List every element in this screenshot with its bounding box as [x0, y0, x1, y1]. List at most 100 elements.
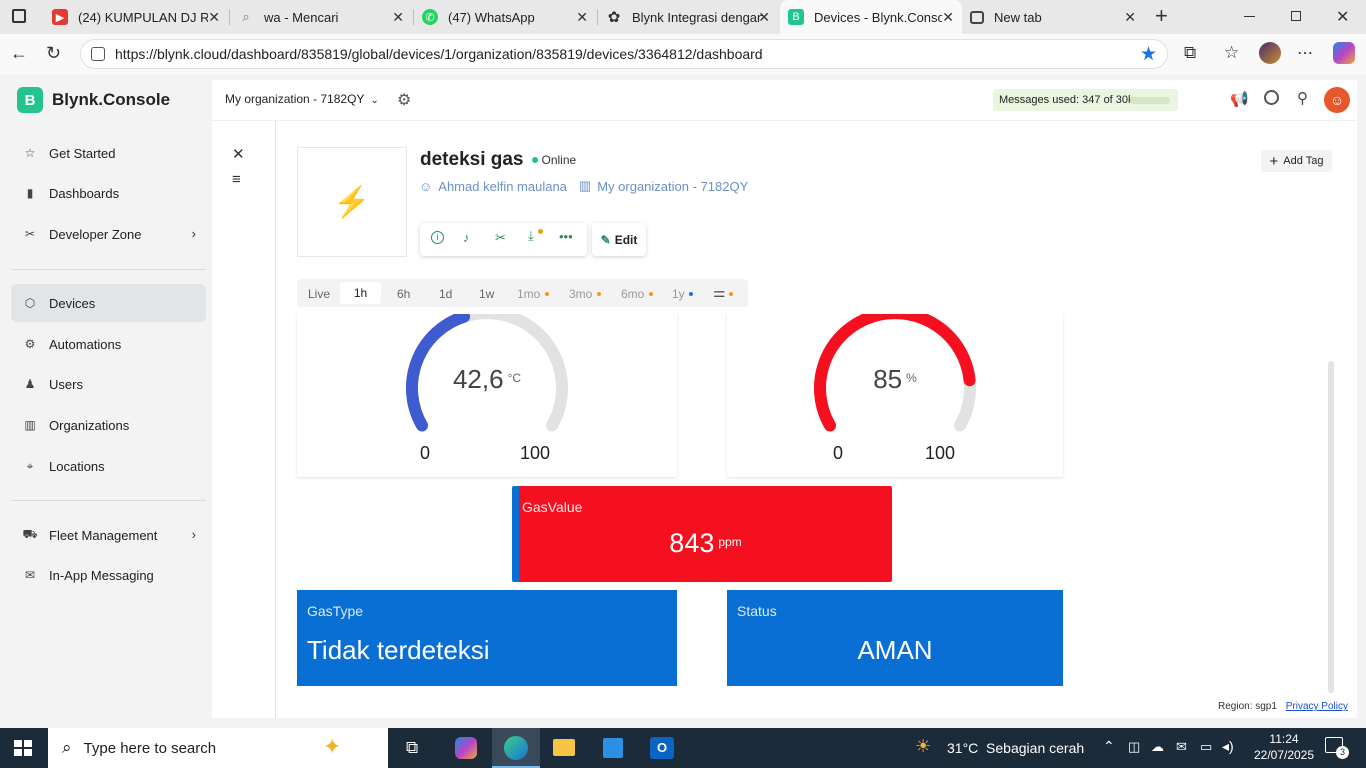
time-range-1w[interactable]: 1w: [479, 287, 494, 301]
extensions-icon[interactable]: ⧉: [1184, 43, 1196, 63]
sidebar-item-devices[interactable]: ⬡ Devices: [11, 284, 206, 322]
time-range-1mo[interactable]: 1mo: [517, 287, 540, 301]
privacy-policy-link[interactable]: Privacy Policy: [1286, 701, 1348, 712]
sidebar-item-fleet-management[interactable]: ⛟ Fleet Management ›: [11, 516, 206, 554]
restore-icon[interactable]: [1291, 11, 1301, 21]
device-org-link[interactable]: My organization - 7182QY: [597, 179, 748, 194]
sidebar-item-users[interactable]: ♟ Users: [11, 365, 206, 403]
time-range-6mo[interactable]: 6mo: [621, 287, 644, 301]
sidebar-item-dashboards[interactable]: ▮ Dashboards: [11, 174, 206, 212]
notification-bell-icon[interactable]: ♪: [463, 230, 470, 245]
close-window-icon[interactable]: ✕: [1336, 7, 1349, 27]
tab-blynk-devices[interactable]: B Devices - Blynk.Console ✕: [780, 0, 962, 34]
user-avatar[interactable]: ☺: [1324, 87, 1350, 113]
tab-youtube[interactable]: ▶ (24) KUMPULAN DJ REMIX ✕: [44, 0, 228, 34]
more-menu-icon[interactable]: ⋯: [1297, 43, 1313, 63]
minimize-icon[interactable]: [1244, 16, 1255, 17]
menu-icon[interactable]: ≡: [232, 171, 241, 188]
close-icon[interactable]: ✕: [1124, 9, 1136, 26]
more-icon[interactable]: •••: [559, 229, 573, 244]
close-icon[interactable]: ✕: [576, 9, 588, 26]
organization-selector[interactable]: My organization - 7182QY ⌄: [225, 92, 379, 106]
close-icon[interactable]: ✕: [232, 145, 245, 163]
sidebar-item-label: Organizations: [49, 417, 130, 433]
automation-icon: ⚙: [24, 337, 36, 351]
sidebar-item-in-app-messaging[interactable]: ✉ In-App Messaging: [11, 556, 206, 594]
time-range-6h[interactable]: 6h: [397, 287, 410, 301]
copilot-app-icon[interactable]: [455, 737, 477, 759]
status-title: Status: [737, 603, 777, 619]
volume-icon[interactable]: ◂): [1222, 738, 1234, 755]
time-range-1d[interactable]: 1d: [439, 287, 452, 301]
task-view-icon[interactable]: ⧉: [406, 738, 418, 758]
download-icon[interactable]: ⤓: [528, 228, 534, 244]
tab-search[interactable]: ⌕ wa - Mencari ✕: [230, 0, 412, 34]
language-icon[interactable]: ✉: [1176, 739, 1187, 755]
help-icon[interactable]: [1264, 90, 1279, 105]
sidebar-item-get-started[interactable]: ☆ Get Started: [11, 134, 206, 172]
humidity-max: 100: [925, 443, 956, 463]
favorites-icon[interactable]: ☆: [1224, 43, 1239, 63]
network-alert-icon[interactable]: ☁: [1151, 739, 1164, 755]
favorite-star-icon[interactable]: ★: [1140, 43, 1157, 66]
close-icon[interactable]: ✕: [392, 9, 404, 26]
scrollbar[interactable]: [1328, 361, 1334, 693]
copilot-icon[interactable]: [1333, 42, 1355, 64]
sidebar-divider: [11, 269, 206, 270]
sidebar-item-locations[interactable]: ⌖ Locations: [11, 447, 206, 485]
device-meta: ☺ Ahmad kelfin maulana ▥ My organization…: [419, 178, 748, 194]
truck-icon: ⛟: [22, 527, 38, 541]
org-settings-icon[interactable]: ⚙: [397, 90, 411, 110]
close-icon[interactable]: ✕: [758, 9, 770, 26]
tab-actions-icon[interactable]: [12, 9, 26, 23]
tab-chatgpt[interactable]: ✿ Blynk Integrasi dengan ✕: [598, 0, 778, 34]
megaphone-icon[interactable]: 📢: [1230, 90, 1249, 108]
sidebar-item-label: Users: [49, 376, 83, 392]
start-button[interactable]: [14, 740, 32, 756]
close-icon[interactable]: ✕: [208, 9, 220, 26]
outlook-icon[interactable]: O: [650, 737, 674, 759]
sidebar-item-developer-zone[interactable]: ✂ Developer Zone ›: [11, 215, 206, 253]
time-range-1h[interactable]: 1h: [340, 282, 381, 304]
tab-whatsapp[interactable]: ✆ (47) WhatsApp ✕: [414, 0, 596, 34]
tab-new-tab[interactable]: New tab ✕: [962, 0, 1144, 34]
meet-icon[interactable]: ◫: [1128, 739, 1140, 755]
sidebar-item-automations[interactable]: ⚙ Automations: [11, 325, 206, 363]
new-tab-button[interactable]: +: [1155, 3, 1168, 29]
region-label: Region: sgp1: [1218, 701, 1277, 712]
site-info-icon[interactable]: [91, 47, 105, 61]
store-icon[interactable]: [603, 738, 623, 758]
time-range-live[interactable]: Live: [308, 287, 330, 301]
premium-dot-icon: [649, 292, 653, 296]
close-icon[interactable]: ✕: [942, 9, 954, 26]
time-range-3mo[interactable]: 3mo: [569, 287, 592, 301]
profile-avatar[interactable]: [1259, 42, 1281, 64]
brand[interactable]: B Blynk.Console: [17, 87, 170, 113]
wifi-icon[interactable]: ▭: [1200, 739, 1212, 755]
youtube-icon: ▶: [52, 9, 68, 25]
bug-icon[interactable]: ⚲: [1297, 89, 1308, 107]
sidebar-item-organizations[interactable]: ▥ Organizations: [11, 406, 206, 444]
tools-icon[interactable]: ✂: [495, 230, 506, 246]
taskbar-search[interactable]: ⌕ Type here to search ✦: [48, 728, 388, 768]
info-icon[interactable]: i: [431, 231, 444, 244]
tab-title: New tab: [994, 9, 1042, 25]
back-icon[interactable]: ←: [10, 43, 28, 64]
add-tag-button[interactable]: + Add Tag: [1261, 150, 1332, 172]
edit-button[interactable]: ✎ Edit: [592, 223, 646, 256]
custom-range-icon[interactable]: ⚌: [713, 284, 726, 301]
tray-chevron-up-icon[interactable]: ⌃: [1103, 738, 1115, 755]
address-bar[interactable]: https://blynk.cloud/dashboard/835819/glo…: [80, 39, 1168, 69]
blynk-logo-icon: B: [17, 87, 43, 113]
device-owner-link[interactable]: Ahmad kelfin maulana: [438, 179, 567, 194]
premium-dot-icon: [545, 292, 549, 296]
gas-type-tile: GasType Tidak terdeteksi: [297, 590, 677, 686]
refresh-icon[interactable]: ↻: [46, 43, 61, 64]
sidebar-item-label: Locations: [49, 458, 105, 474]
device-dashboard: ✕ ≡ ⚡ deteksi gas Online ☺ Ahmad kelfin …: [212, 120, 1357, 719]
weather-text[interactable]: 31°C Sebagian cerah: [947, 740, 1084, 756]
file-explorer-icon[interactable]: [553, 739, 575, 756]
sidebar-item-label: In-App Messaging: [49, 567, 154, 583]
time-range-1y[interactable]: 1y: [672, 287, 685, 301]
clock[interactable]: 11:24 22/07/2025: [1250, 731, 1318, 763]
